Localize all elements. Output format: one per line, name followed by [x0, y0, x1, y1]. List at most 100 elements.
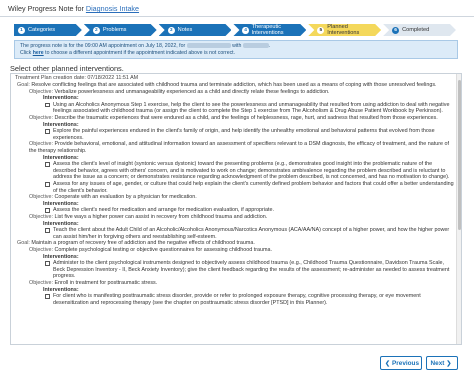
- notice-line-1: The progress note is for the 09:00 AM ap…: [20, 43, 271, 49]
- step-problems[interactable]: 2 Problems: [84, 24, 157, 36]
- redacted-provider-name: [242, 43, 269, 49]
- objective-text: Complete psychological testing or object…: [54, 246, 273, 253]
- wizard-steps: 1 Categories 2 Problems 3 Notes 4 Therap…: [14, 24, 458, 36]
- objective-text: Provide behavioral, emotional, and attit…: [29, 141, 450, 155]
- section-heading: Select other planned interventions.: [10, 64, 124, 73]
- previous-button[interactable]: ❮ Previous: [380, 356, 422, 370]
- intervention-text: Assess for any issues of age, gender, or…: [53, 181, 454, 194]
- objective-item: Objective: List five ways a higher power…: [29, 214, 457, 221]
- intervention-text: Using an Alcoholics Anonymous Step 1 exe…: [53, 101, 450, 115]
- step-label: Therapeutic Interventions: [251, 24, 284, 36]
- scrollbar-thumb[interactable]: [458, 80, 461, 230]
- appointment-notice: The progress note is for the 09:00 AM ap…: [14, 40, 458, 59]
- objective-label: Objective:: [29, 194, 53, 201]
- step-number: 2: [93, 27, 100, 34]
- goal-item: Goal: Resolve conflicting feelings that …: [17, 82, 457, 89]
- objective-item: Objective: Provide behavioral, emotional…: [29, 141, 457, 154]
- intervention-item[interactable]: Administer to the client psychological i…: [45, 260, 457, 280]
- objective-text: Enroll in treatment for posttraumatic st…: [54, 279, 158, 286]
- redacted-client-name: [186, 43, 231, 49]
- intervention-item[interactable]: Assess the client's need for medication …: [45, 207, 457, 214]
- step-number: 6: [392, 27, 399, 34]
- notice-text: The progress note is for the 09:00 AM ap…: [20, 43, 186, 49]
- intervention-checkbox[interactable]: [45, 102, 50, 108]
- intervention-checkbox[interactable]: [45, 182, 50, 187]
- treatment-plan-list: Treatment Plan creation date: 07/18/2022…: [11, 74, 461, 307]
- objective-label: Objective:: [29, 115, 53, 122]
- intervention-item[interactable]: For client who is manifesting posttrauma…: [45, 293, 457, 306]
- intervention-text: Assess the client's level of insight (sy…: [53, 161, 450, 181]
- intervention-item[interactable]: Assess for any issues of age, gender, or…: [45, 181, 457, 194]
- goal-text: Resolve conflicting feelings that are as…: [31, 82, 437, 89]
- step-label: Planned Interventions: [327, 24, 360, 36]
- step-label: Notes: [177, 27, 193, 33]
- objective-label: Objective:: [29, 246, 53, 253]
- step-categories[interactable]: 1 Categories: [14, 24, 82, 36]
- page-title: Wiley Progress Note for Diagnosis Intake: [8, 4, 139, 16]
- title-prefix: Wiley Progress Note for: [8, 4, 84, 13]
- intervention-checkbox[interactable]: [45, 162, 50, 167]
- objective-text: List five ways a higher power can assist…: [54, 213, 268, 220]
- treatment-plan-panel: Treatment Plan creation date: 07/18/2022…: [10, 73, 462, 345]
- objective-text: Verbalize powerlessness and unmanageabil…: [54, 88, 330, 95]
- step-number: 3: [168, 27, 175, 34]
- goal-label: Goal:: [17, 82, 30, 89]
- intervention-text: Administer to the client psychological i…: [53, 260, 450, 280]
- next-button[interactable]: Next ❯: [426, 356, 458, 370]
- objective-label: Objective:: [29, 141, 53, 148]
- change-appointment-link[interactable]: here: [33, 50, 44, 56]
- interventions-heading: Interventions:: [43, 286, 79, 293]
- step-notes[interactable]: 3 Notes: [159, 24, 232, 36]
- objective-item: Objective: Complete psychological testin…: [29, 247, 457, 254]
- objective-item: Objective: Verbalize powerlessness and u…: [29, 89, 457, 96]
- goal-label: Goal:: [17, 240, 30, 247]
- plan-creation-date: Treatment Plan creation date: 07/18/2022…: [15, 75, 139, 81]
- chevron-right-icon: ❯: [446, 360, 452, 367]
- step-number: 4: [244, 27, 247, 33]
- interventions-heading: Interventions:: [43, 253, 79, 260]
- objective-label: Objective:: [29, 213, 53, 220]
- interventions-heading: Interventions:: [43, 95, 79, 102]
- intervention-item[interactable]: Assess the client's level of insight (sy…: [45, 161, 457, 181]
- diagnosis-intake-link[interactable]: Diagnosis Intake: [86, 4, 139, 13]
- previous-label: Previous: [392, 359, 420, 367]
- intervention-item[interactable]: Teach the client about the Adult Child o…: [45, 227, 457, 240]
- intervention-checkbox[interactable]: [45, 294, 50, 299]
- intervention-item[interactable]: Explore the painful experiences endured …: [45, 128, 457, 141]
- step-completed[interactable]: 6 Completed: [383, 24, 456, 36]
- goal-item: Goal: Maintain a program of recovery fre…: [17, 240, 457, 247]
- goal-text: Maintain a program of recovery free of a…: [31, 240, 255, 247]
- scrollbar[interactable]: [456, 74, 461, 344]
- next-label: Next: [430, 359, 445, 367]
- intervention-text: For client who is manifesting posttrauma…: [53, 293, 421, 306]
- chevron-left-icon: ❮: [384, 360, 391, 367]
- notice-text: Click: [20, 50, 32, 56]
- interventions-heading: Interventions:: [43, 200, 79, 207]
- step-number: 1: [18, 27, 25, 34]
- intervention-text: Explore the painful experiences endured …: [53, 128, 435, 141]
- intervention-text: Assess the client's need for medication …: [53, 207, 274, 214]
- intervention-checkbox[interactable]: [45, 228, 50, 233]
- step-planned-interventions[interactable]: 5 Planned Interventions: [308, 24, 381, 36]
- objective-text: Cooperate with an evaluation by a physic…: [54, 194, 197, 201]
- objective-label: Objective:: [29, 88, 53, 95]
- step-therapeutic-interventions[interactable]: 4 Therapeutic Interventions: [233, 24, 306, 36]
- step-label: Problems: [102, 27, 127, 33]
- intervention-item[interactable]: Using an Alcoholics Anonymous Step 1 exe…: [45, 102, 457, 115]
- notice-text: with: [232, 43, 242, 49]
- objective-item: Objective: Enroll in treatment for postt…: [29, 280, 457, 287]
- step-label: Completed: [402, 27, 430, 33]
- interventions-heading: Interventions:: [43, 121, 79, 128]
- notice-text: to choose a different appointment if the…: [45, 50, 236, 56]
- intervention-checkbox[interactable]: [45, 208, 50, 213]
- objective-item: Objective: Describe the traumatic experi…: [29, 115, 457, 122]
- interventions-heading: Interventions:: [43, 220, 79, 227]
- interventions-heading: Interventions:: [43, 154, 79, 161]
- objective-label: Objective:: [29, 279, 53, 286]
- intervention-checkbox[interactable]: [45, 129, 50, 134]
- intervention-checkbox[interactable]: [45, 261, 50, 266]
- step-label: Categories: [28, 27, 56, 33]
- notice-line-2: Click here to choose a different appoint…: [20, 50, 452, 57]
- step-number: 5: [317, 27, 324, 34]
- objective-text: Describe the traumatic experiences that …: [54, 115, 438, 122]
